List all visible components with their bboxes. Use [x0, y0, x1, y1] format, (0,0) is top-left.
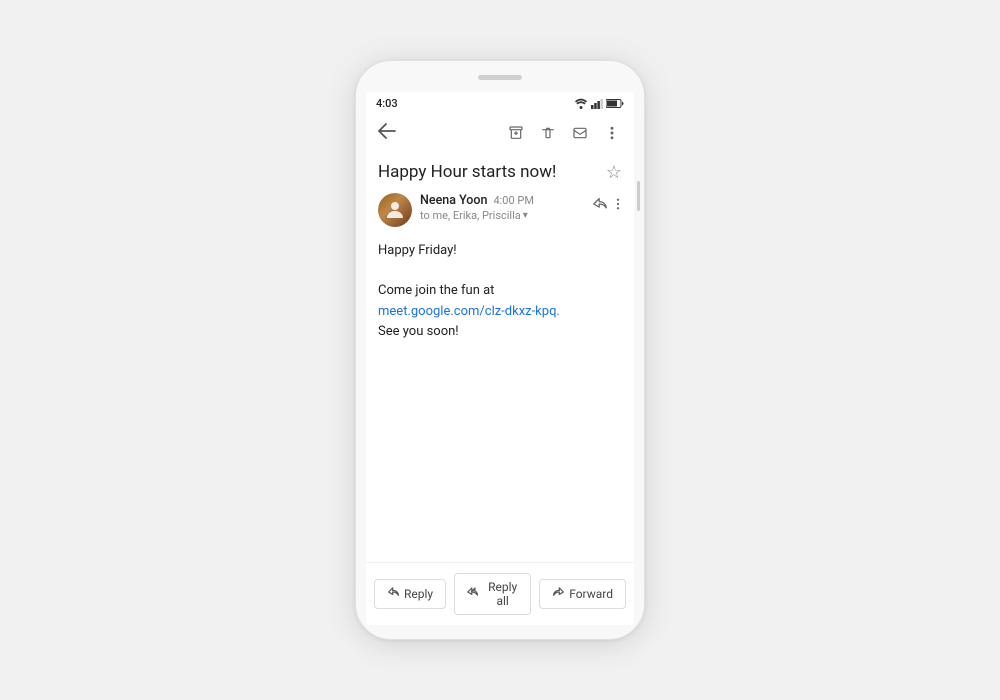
reply-icon	[387, 586, 400, 602]
reply-label: Reply	[404, 587, 433, 601]
battery-icon	[606, 98, 624, 109]
sender-row: Neena Yoon 4:00 PM to me, Erika, Priscil…	[366, 189, 634, 235]
reply-all-label: Reply all	[487, 580, 518, 608]
forward-label: Forward	[569, 587, 613, 601]
email-subject: Happy Hour starts now!	[378, 161, 600, 183]
phone-mockup: 4:03	[355, 60, 645, 640]
archive-button[interactable]	[502, 119, 530, 147]
more-options-button[interactable]	[614, 195, 622, 217]
star-button[interactable]: ☆	[606, 162, 622, 183]
sender-info: Neena Yoon 4:00 PM to me, Erika, Priscil…	[420, 193, 582, 222]
expand-recipients-button[interactable]: ▾	[523, 210, 528, 221]
reply-all-icon	[467, 586, 483, 602]
quick-reply-button[interactable]	[590, 195, 610, 217]
phone-screen: 4:03	[366, 92, 634, 625]
body-intro: Come join the fun at meet.google.com/clz…	[378, 281, 622, 343]
email-body: Happy Friday! Come join the fun at meet.…	[366, 235, 634, 562]
reply-button[interactable]: Reply	[374, 579, 446, 609]
sender-actions	[590, 195, 622, 217]
more-button[interactable]	[598, 119, 626, 147]
sender-to: to me, Erika, Priscilla ▾	[420, 209, 582, 222]
meet-link[interactable]: meet.google.com/clz-dkxz-kpq.	[378, 304, 560, 319]
avatar	[378, 193, 412, 227]
sender-time: 4:00 PM	[493, 194, 533, 207]
wifi-icon	[574, 98, 588, 109]
phone-speaker	[478, 75, 522, 80]
status-icons	[574, 98, 624, 109]
delete-button[interactable]	[534, 119, 562, 147]
status-time: 4:03	[376, 97, 398, 110]
action-buttons: Reply Reply all Forward	[366, 562, 634, 625]
mark-unread-button[interactable]	[566, 119, 594, 147]
toolbar-actions	[502, 119, 626, 147]
email-subject-row: Happy Hour starts now! ☆	[366, 153, 634, 189]
status-bar: 4:03	[366, 92, 634, 113]
body-outro-text: See you soon!	[378, 324, 459, 339]
sender-name-row: Neena Yoon 4:00 PM	[420, 193, 582, 208]
toolbar	[366, 113, 634, 153]
forward-button[interactable]: Forward	[539, 579, 626, 609]
sender-name: Neena Yoon	[420, 193, 487, 208]
forward-icon	[552, 586, 565, 602]
body-greeting: Happy Friday!	[378, 241, 622, 262]
sender-to-text: to me, Erika, Priscilla	[420, 209, 521, 222]
scrollbar[interactable]	[637, 181, 640, 211]
back-button[interactable]	[374, 119, 400, 147]
reply-all-button[interactable]: Reply all	[454, 573, 531, 615]
avatar-image	[378, 193, 412, 227]
signal-icon	[591, 98, 603, 109]
body-intro-text: Come join the fun at	[378, 283, 494, 298]
